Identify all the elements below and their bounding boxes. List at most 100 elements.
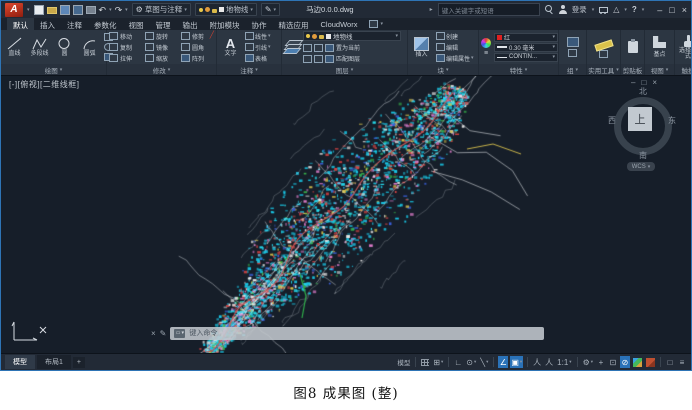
selection-mode-hand-icon[interactable] bbox=[684, 35, 692, 47]
system-variable-monitor-icon[interactable] bbox=[645, 356, 656, 368]
help-caret-icon[interactable]: ▾ bbox=[642, 7, 645, 13]
annotation-monitor-icon[interactable]: + bbox=[596, 356, 606, 368]
drawing-area[interactable]: [-][俯视][二维线框] – □ × 北 西 上 东 南 WCS▾ bbox=[1, 76, 691, 353]
erase-icon[interactable]: ╱ bbox=[210, 31, 214, 39]
snap-mode-icon[interactable]: ⊞▾ bbox=[432, 356, 444, 368]
sign-in-button[interactable]: 登录 bbox=[572, 4, 587, 15]
tool-scale[interactable]: 缩放 bbox=[145, 54, 179, 63]
tool-fillet[interactable]: 圆角 bbox=[181, 43, 215, 52]
annotation-autoscale-icon[interactable]: 人 bbox=[544, 356, 554, 368]
isodraft-icon[interactable]: ╲▾ bbox=[479, 356, 489, 368]
make-current-button[interactable]: 置为当前 bbox=[336, 43, 360, 52]
close-button[interactable]: × bbox=[682, 5, 687, 15]
tool-rotate[interactable]: 旋转 bbox=[145, 32, 179, 41]
grid-icon[interactable] bbox=[420, 356, 430, 368]
tab-cloudworx[interactable]: CloudWorx bbox=[315, 18, 364, 30]
app-store-cart-icon[interactable] bbox=[599, 6, 608, 14]
save-icon[interactable] bbox=[60, 5, 70, 15]
help-icon[interactable]: ? bbox=[632, 5, 637, 14]
tool-move[interactable]: 移动 bbox=[109, 32, 143, 41]
tool-arc[interactable]: 圆弧 bbox=[78, 37, 101, 57]
viewcube[interactable]: 北 西 上 东 南 WCS▾ bbox=[611, 86, 675, 172]
linetype-dropdown[interactable]: CONTIN... ▾ bbox=[494, 53, 558, 62]
ortho-icon[interactable]: ∟ bbox=[453, 356, 463, 368]
layer-unlock-icon[interactable] bbox=[303, 55, 312, 63]
layer-off-icon[interactable] bbox=[303, 44, 312, 52]
layer-isolate-icon[interactable] bbox=[314, 44, 323, 52]
panel-properties-label[interactable]: 特性▾ bbox=[479, 64, 558, 75]
panel-group-label[interactable]: 组▾ bbox=[559, 64, 586, 75]
tool-line[interactable]: 直线 bbox=[3, 37, 26, 57]
tab-home[interactable]: 默认 bbox=[7, 18, 34, 30]
panel-block-label[interactable]: 块▾ bbox=[408, 64, 478, 75]
autodesk-360-icon[interactable]: △ bbox=[613, 5, 619, 14]
viewcube-east-label[interactable]: 东 bbox=[668, 115, 676, 126]
tool-edit-block[interactable]: 编辑 bbox=[436, 43, 474, 52]
new-file-icon[interactable] bbox=[34, 5, 44, 15]
wcs-dropdown[interactable]: WCS▾ bbox=[627, 162, 655, 171]
tab-featured-apps[interactable]: 精选应用 bbox=[273, 18, 315, 30]
layer-dropdown[interactable]: 地物线 ▾ bbox=[303, 31, 401, 41]
workspace-switcher[interactable]: ⚙ 草图与注释 ▾ bbox=[132, 3, 191, 16]
quick-select-icon[interactable] bbox=[599, 50, 608, 58]
panel-utilities-label[interactable]: 实用工具▾ bbox=[587, 64, 620, 75]
qat-layer-dropdown[interactable]: 地物线 ▾ bbox=[195, 3, 257, 16]
tool-insert-block[interactable]: 插入 bbox=[410, 37, 433, 58]
customize-command-icon[interactable]: ✎ bbox=[160, 329, 167, 338]
layer-match-icon[interactable] bbox=[325, 55, 334, 63]
osnap-2d-icon[interactable]: ▣▾ bbox=[510, 356, 523, 368]
plot-icon[interactable] bbox=[86, 6, 96, 14]
tool-array[interactable]: 阵列 bbox=[181, 54, 215, 63]
color-wheel-icon[interactable] bbox=[481, 38, 491, 48]
viewport-controls[interactable]: [-][俯视][二维线框] bbox=[9, 79, 80, 90]
tool-circle[interactable]: 圆 bbox=[53, 37, 76, 57]
group-icon[interactable] bbox=[567, 37, 579, 47]
tool-mirror[interactable]: 镜像 bbox=[145, 43, 179, 52]
base-point-icon[interactable] bbox=[653, 36, 666, 48]
tab-manage[interactable]: 管理 bbox=[150, 18, 177, 30]
undo-icon[interactable]: ↶ bbox=[99, 6, 107, 14]
tool-create-block[interactable]: 创建 bbox=[436, 32, 474, 41]
tool-copy[interactable]: 复制 bbox=[109, 43, 143, 52]
command-line[interactable]: × ✎ ▭▾ 键入命令 bbox=[151, 326, 544, 340]
tool-edit-attributes[interactable]: 编辑属性▾ bbox=[436, 54, 474, 63]
tool-leader[interactable]: 引线▾ bbox=[245, 43, 271, 52]
open-file-icon[interactable] bbox=[47, 7, 57, 14]
panel-modify-label[interactable]: 修改▾ bbox=[107, 64, 216, 75]
undo-caret-icon[interactable]: ▾ bbox=[109, 7, 112, 13]
lineweight-dropdown[interactable]: 0.30 毫米 ▾ bbox=[494, 43, 558, 52]
viewcube-top-face[interactable]: 上 bbox=[628, 107, 652, 131]
tab-annotate[interactable]: 注释 bbox=[61, 18, 88, 30]
sign-in-caret-icon[interactable]: ▾ bbox=[592, 7, 595, 13]
osnap-tracking-icon[interactable]: ∠ bbox=[498, 356, 508, 368]
recent-commands-icon[interactable]: ▭▾ bbox=[174, 329, 185, 338]
customization-icon[interactable]: ≡ bbox=[677, 356, 687, 368]
graphics-performance-icon[interactable]: ⊘ bbox=[620, 356, 630, 368]
app-menu-caret-icon[interactable]: ▾ bbox=[27, 7, 30, 13]
match-layer-button[interactable]: 匹配图层 bbox=[336, 54, 360, 63]
lineweight-icon[interactable]: ≡ bbox=[484, 50, 488, 57]
minimize-button[interactable]: – bbox=[657, 5, 662, 15]
isolate-objects-icon[interactable]: ⊡ bbox=[608, 356, 618, 368]
a360-caret-icon[interactable]: ▾ bbox=[624, 7, 627, 13]
layer-walk-icon[interactable] bbox=[314, 55, 323, 63]
tool-linear-dim[interactable]: 线性▾ bbox=[245, 32, 271, 41]
maximize-button[interactable]: □ bbox=[669, 5, 674, 15]
annotation-visibility-icon[interactable]: 人 bbox=[532, 356, 542, 368]
redo-caret-icon[interactable]: ▾ bbox=[125, 7, 128, 13]
tab-layout1[interactable]: 布局1 bbox=[37, 355, 71, 369]
tool-text[interactable]: A 文字 bbox=[219, 37, 242, 57]
layer-properties-icon[interactable] bbox=[284, 40, 301, 55]
redo-icon[interactable]: ↷ bbox=[115, 6, 123, 14]
tab-insert[interactable]: 插入 bbox=[34, 18, 61, 30]
clean-screen-icon[interactable]: □ bbox=[665, 356, 675, 368]
panel-view-label[interactable]: 视图▾ bbox=[645, 64, 674, 75]
hardware-acceleration-icon[interactable] bbox=[632, 356, 643, 368]
tool-table[interactable]: 表格 bbox=[245, 54, 271, 63]
tab-model[interactable]: 模型 bbox=[5, 355, 35, 369]
tool-stretch[interactable]: 拉伸 bbox=[109, 54, 143, 63]
workspace-gear-icon[interactable]: ⚙▾ bbox=[582, 356, 594, 368]
search-icon[interactable] bbox=[545, 5, 554, 14]
panel-draw-label[interactable]: 绘图▾ bbox=[1, 64, 106, 75]
tool-polyline[interactable]: 多段线 bbox=[28, 37, 51, 57]
